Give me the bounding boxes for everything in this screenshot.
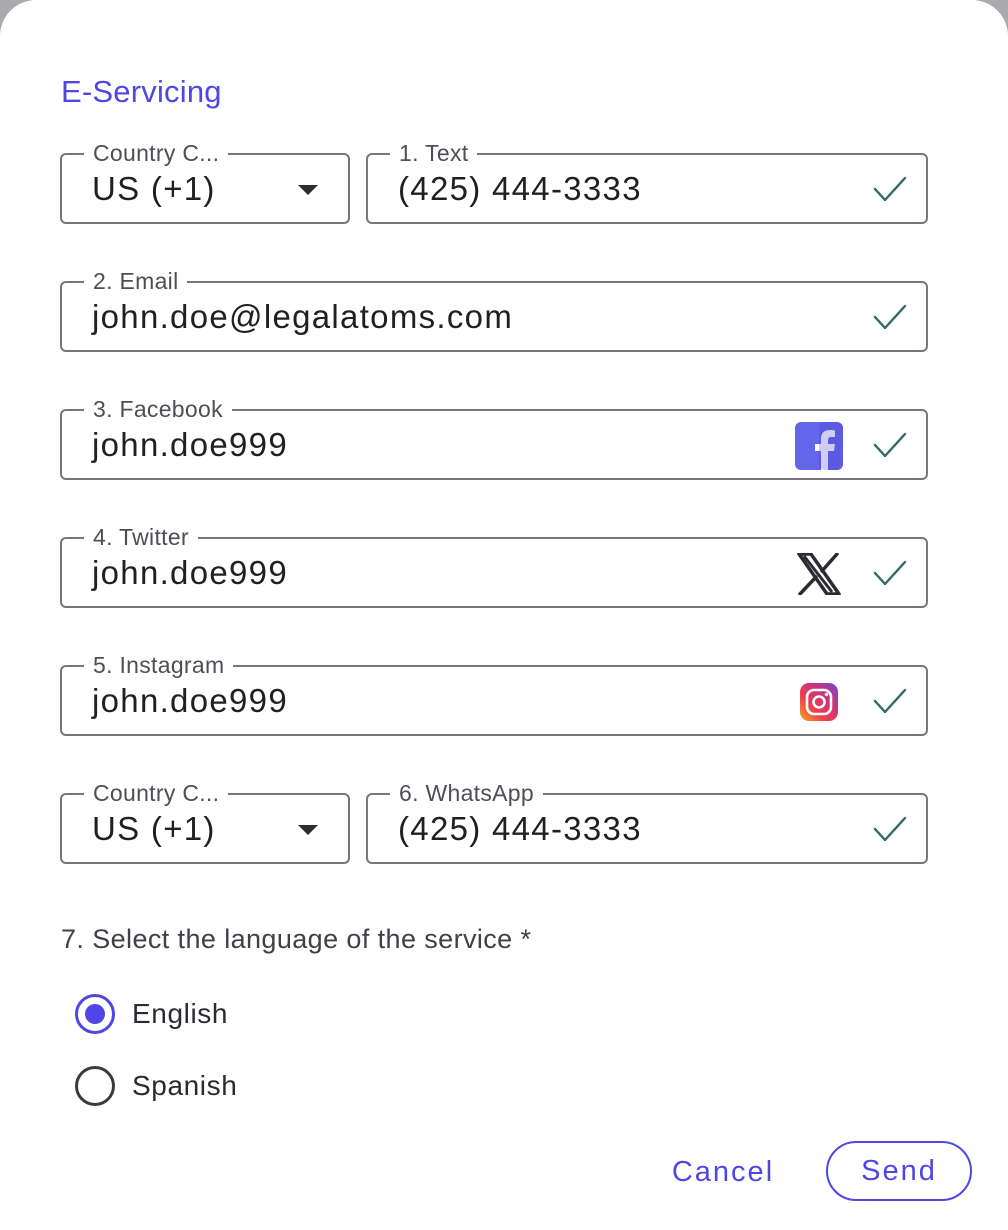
whatsapp-phone-value: (425) 444-3333: [398, 810, 642, 847]
instagram-field[interactable]: 5. Instagram john.doe999: [60, 652, 928, 736]
send-button[interactable]: Send: [826, 1141, 972, 1201]
instagram-label: 5. Instagram: [84, 652, 234, 678]
cancel-button[interactable]: Cancel: [656, 1144, 790, 1200]
language-option-label: English: [132, 998, 229, 1029]
text-country-code-value: US (+1): [92, 170, 216, 207]
email-value: john.doe@legalatoms.com: [92, 298, 514, 335]
text-phone-label: 1. Text: [390, 140, 478, 166]
whatsapp-country-code-label: Country C...: [84, 780, 229, 806]
whatsapp-country-code-select[interactable]: Country C... US (+1): [60, 780, 350, 864]
e-servicing-dialog: E-Servicing Country C... US (+1) 1. Text…: [0, 0, 1008, 1230]
email-field[interactable]: 2. Email john.doe@legalatoms.com: [60, 268, 928, 352]
dropdown-caret-icon: [298, 185, 318, 195]
dropdown-caret-icon: [298, 825, 318, 835]
check-icon: [873, 304, 907, 330]
facebook-label: 3. Facebook: [84, 396, 232, 422]
text-phone-value: (425) 444-3333: [398, 170, 642, 207]
language-question: 7. Select the language of the service *: [61, 924, 532, 954]
check-icon: [873, 816, 907, 842]
whatsapp-phone-field[interactable]: 6. WhatsApp (425) 444-3333: [366, 780, 928, 864]
language-option-english[interactable]: English: [75, 992, 228, 1036]
language-option-label: Spanish: [132, 1070, 238, 1101]
language-option-spanish[interactable]: Spanish: [75, 1064, 237, 1108]
twitter-value: john.doe999: [92, 554, 288, 591]
text-country-code-select[interactable]: Country C... US (+1): [60, 140, 350, 224]
text-country-code-label: Country C...: [84, 140, 229, 166]
radio-selected-icon[interactable]: [75, 994, 115, 1034]
twitter-field[interactable]: 4. Twitter john.doe999: [60, 524, 928, 608]
x-twitter-icon: [794, 549, 844, 599]
text-phone-field[interactable]: 1. Text (425) 444-3333: [366, 140, 928, 224]
dialog-title: E-Servicing: [61, 74, 222, 109]
whatsapp-country-code-value: US (+1): [92, 810, 216, 847]
whatsapp-phone-label: 6. WhatsApp: [390, 780, 543, 806]
facebook-icon: [794, 421, 844, 471]
email-label: 2. Email: [84, 268, 188, 294]
check-icon: [873, 176, 907, 202]
check-icon: [873, 688, 907, 714]
check-icon: [873, 560, 907, 586]
facebook-value: john.doe999: [92, 426, 288, 463]
instagram-icon: [794, 677, 844, 727]
twitter-label: 4. Twitter: [84, 524, 198, 550]
facebook-field[interactable]: 3. Facebook john.doe999: [60, 396, 928, 480]
instagram-value: john.doe999: [92, 682, 288, 719]
radio-unselected-icon[interactable]: [75, 1066, 115, 1106]
check-icon: [873, 432, 907, 458]
